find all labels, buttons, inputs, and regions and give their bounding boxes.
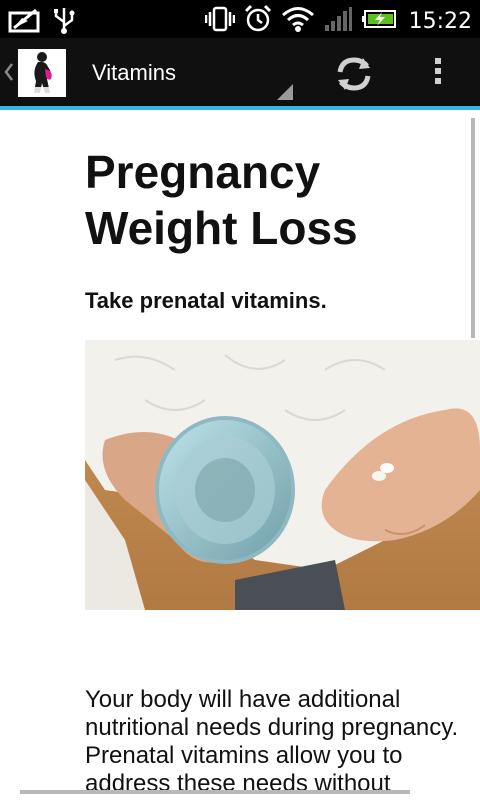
signal-icon [323, 5, 353, 38]
article-body: Your body will have additional nutrition… [85, 686, 459, 797]
status-time: 15:22 [408, 9, 472, 34]
refresh-icon [337, 57, 371, 91]
spinner-indicator-icon[interactable] [277, 84, 293, 100]
back-caret-icon[interactable] [4, 62, 14, 82]
vibrate-icon [204, 5, 235, 38]
battery-charging-icon [361, 7, 397, 36]
article-subheading: Take prenatal vitamins. [85, 288, 327, 313]
screenshot-icon [8, 7, 42, 38]
action-bar: Vitamins [0, 38, 480, 110]
vitamins-photo [85, 340, 480, 610]
overflow-dot [435, 78, 441, 84]
vertical-scrollbar[interactable] [471, 118, 475, 338]
usb-icon [52, 6, 76, 39]
app-logo[interactable] [18, 49, 66, 97]
alarm-icon [243, 4, 273, 39]
article-content[interactable]: Pregnancy Weight Loss Take prenatal vita… [0, 110, 480, 800]
overflow-menu-icon [435, 58, 441, 64]
horizontal-scrollbar[interactable] [20, 790, 410, 794]
wifi-icon [281, 5, 315, 38]
status-bar: 15:22 [0, 0, 480, 38]
refresh-button[interactable] [332, 54, 376, 94]
overflow-menu-button[interactable] [426, 54, 450, 94]
overflow-dot [435, 68, 441, 74]
page-title: Pregnancy Weight Loss [85, 146, 358, 254]
nav-title[interactable]: Vitamins [92, 60, 176, 86]
